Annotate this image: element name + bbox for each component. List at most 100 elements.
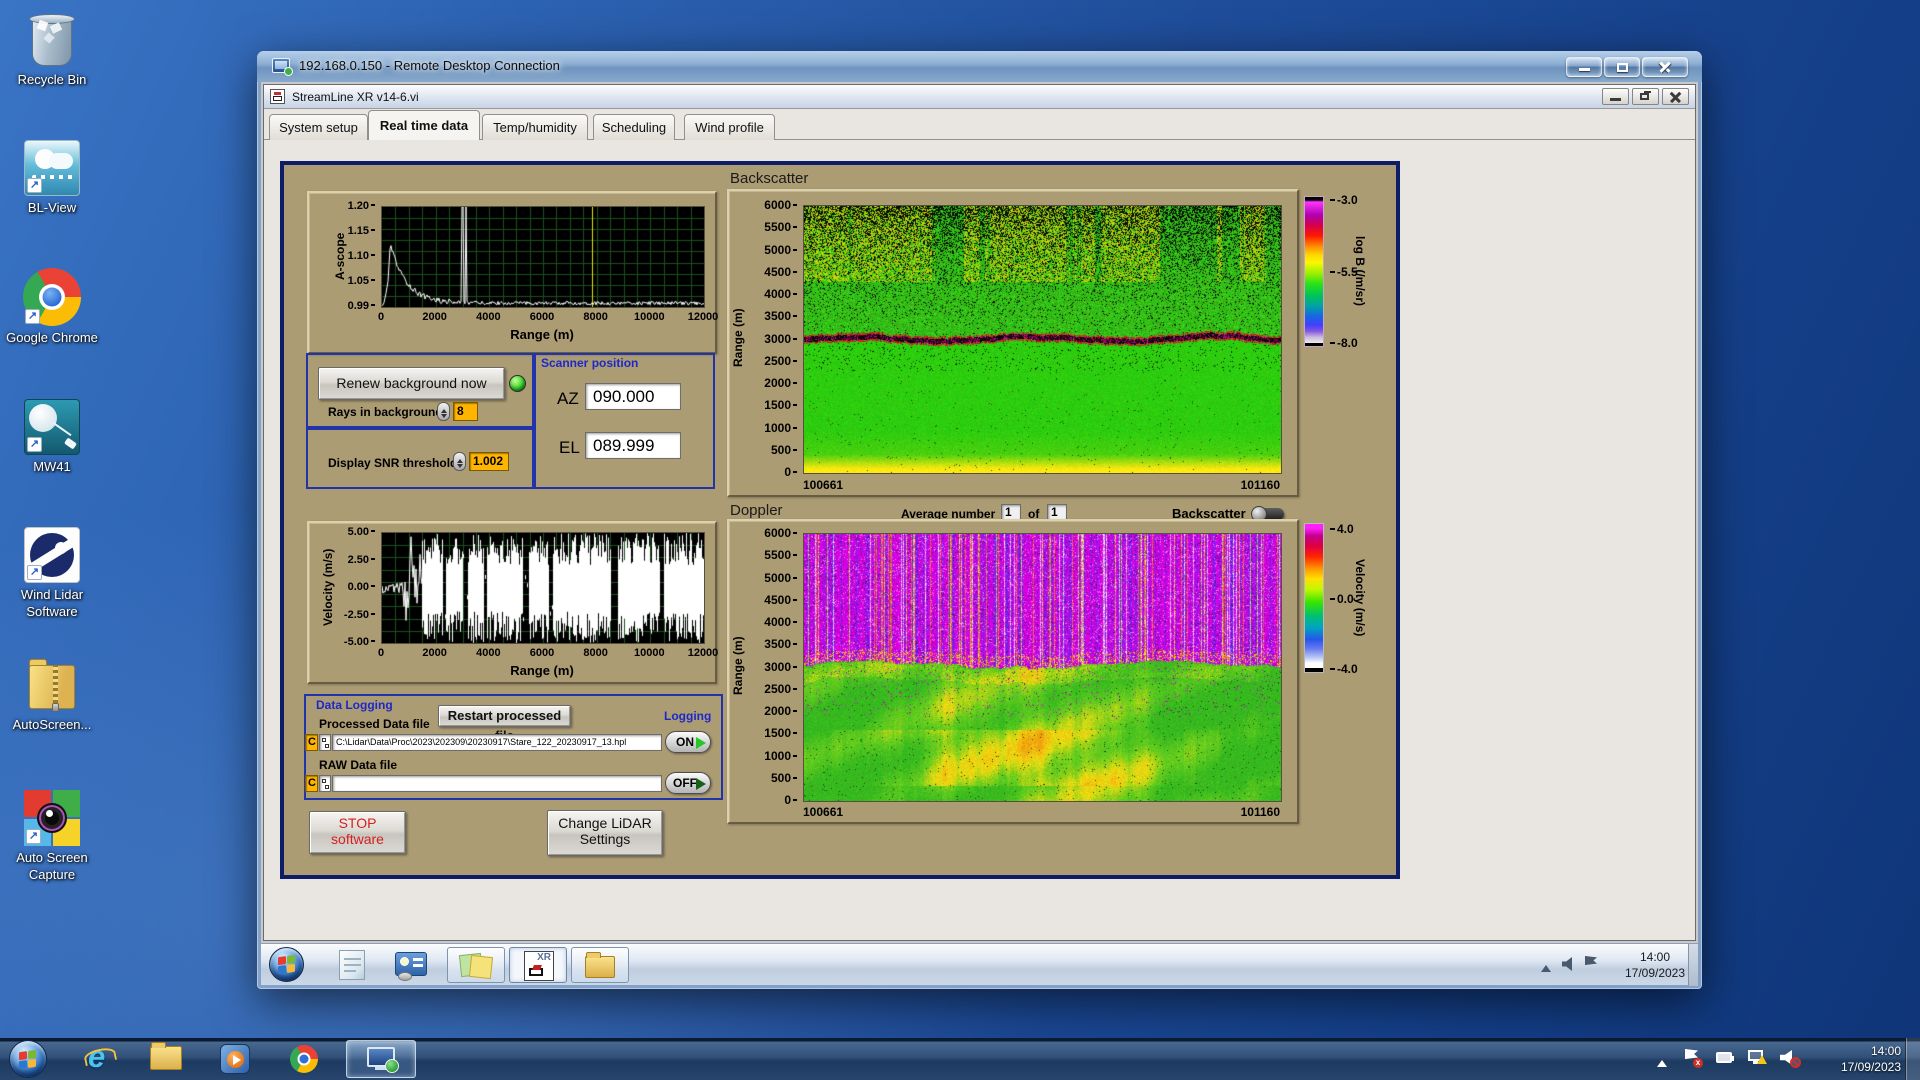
desktop-icon-mw41[interactable]: ↗ MW41 <box>0 399 104 475</box>
processed-data-file-path[interactable]: C:\Lidar\Data\Proc\2023\202309\20230917\… <box>332 734 662 751</box>
tab-scheduling[interactable]: Scheduling <box>593 114 675 140</box>
y-tick-label: 6000 <box>747 198 797 212</box>
remote-control-panel-icon[interactable] <box>395 952 427 981</box>
mw41-radiosonde-icon: ↗ <box>24 399 80 455</box>
x-tick-label: 12000 <box>687 647 719 659</box>
y-tick-label: 6000 <box>747 526 797 540</box>
y-tick-label: 2500 <box>747 354 797 368</box>
remote-show-desktop-button[interactable] <box>1688 944 1698 986</box>
logging-label: Logging <box>664 709 712 723</box>
remote-tray-expand-icon[interactable] <box>1541 960 1551 972</box>
a-scope-plot-canvas <box>381 206 705 308</box>
backscatter-title: Backscatter <box>730 170 809 187</box>
taskbar-chrome-icon[interactable] <box>290 1045 318 1073</box>
backscatter-graph: Range (m) 100661 101160 6000 5500 5000 4500… <box>727 189 1299 497</box>
tab-system-setup[interactable]: System setup <box>269 114 368 140</box>
tray-network-icon[interactable] <box>1748 1050 1767 1064</box>
taskbar-explorer-icon[interactable] <box>150 1042 182 1070</box>
y-tick-label: 5500 <box>747 548 797 562</box>
rdp-title-bar[interactable]: 192.168.0.150 - Remote Desktop Connectio… <box>257 51 1702 82</box>
taskbar: e x 14:00 17/09/2023 <box>0 1038 1920 1080</box>
x-tick-label: 6000 <box>529 647 555 659</box>
taskbar-rdp-button-active[interactable] <box>346 1040 416 1078</box>
show-desktop-button[interactable] <box>1905 1038 1920 1080</box>
spinner-down-icon <box>440 414 447 421</box>
taskbar-clock[interactable]: 14:00 17/09/2023 <box>1815 1043 1901 1075</box>
taskbar-internet-explorer-icon[interactable]: e <box>82 1039 118 1076</box>
processed-drive-letter[interactable]: C <box>305 734 318 751</box>
renew-background-button[interactable]: Renew background now <box>318 367 505 400</box>
remote-explorer-button[interactable] <box>571 947 629 983</box>
app-window: StreamLine XR v14-6.vi System setup Real… <box>263 84 1696 941</box>
remote-sticky-notes-button[interactable] <box>447 947 505 983</box>
elevation-value: 089.999 <box>585 432 681 459</box>
chrome-icon: ↗ <box>23 268 81 326</box>
remote-streamline-xr-button[interactable]: XR <box>509 947 567 983</box>
backscatter-y-axis-label: Range (m) <box>731 308 745 368</box>
remote-action-center-flag-icon[interactable] <box>1585 956 1597 965</box>
y-tick-label: 4000 <box>747 615 797 629</box>
spinner-down-icon <box>456 464 463 471</box>
desktop-icon-recycle-bin[interactable]: Recycle Bin <box>0 12 104 88</box>
x-tick-label: 2000 <box>422 647 447 659</box>
taskbar-media-player-icon[interactable] <box>220 1044 250 1074</box>
remote-start-button[interactable] <box>269 947 304 982</box>
zip-folder-icon <box>27 657 77 713</box>
tray-expand-icon[interactable] <box>1657 1055 1667 1067</box>
app-close-button[interactable] <box>1662 88 1689 105</box>
app-minimize-button[interactable] <box>1602 88 1629 105</box>
spinner-up-icon <box>440 406 447 413</box>
tab-wind-profile[interactable]: Wind profile <box>684 114 775 140</box>
rdp-minimize-button[interactable] <box>1566 57 1602 77</box>
y-tick-label: 1.15 <box>329 225 375 237</box>
streamline-xr-vi-icon: XR <box>524 951 554 981</box>
remote-notepad-icon[interactable] <box>339 950 365 980</box>
restart-processed-file-button[interactable]: Restart processed file <box>438 705 571 743</box>
rdp-maximize-button[interactable] <box>1604 57 1640 77</box>
tab-real-time-data[interactable]: Real time data <box>368 110 480 140</box>
raw-data-file-path[interactable] <box>332 775 662 792</box>
desktop-icon-auto-screen-capture[interactable]: ↗ Auto Screen Capture <box>0 790 104 883</box>
x-tick-label: 2000 <box>422 311 447 323</box>
rdp-close-button[interactable] <box>1642 57 1688 77</box>
raw-drive-letter[interactable]: C <box>305 775 318 792</box>
tab-temp-humidity[interactable]: Temp/humidity <box>482 114 588 140</box>
labview-vi-icon <box>270 89 285 104</box>
snr-value-field[interactable]: 1.002 <box>469 452 509 471</box>
doppler-x-start: 100661 <box>803 805 844 819</box>
app-restore-button[interactable] <box>1632 88 1659 105</box>
start-button[interactable] <box>9 1040 47 1078</box>
desktop-icon-autoscreen-zip[interactable]: AutoScreen... <box>0 657 104 733</box>
desktop-icon-wind-lidar-software[interactable]: ↗ Wind Lidar Software <box>0 527 104 620</box>
y-tick-label: 3000 <box>747 660 797 674</box>
desktop-icon-google-chrome[interactable]: ↗ Google Chrome <box>0 268 104 346</box>
network-warning-icon <box>1757 1050 1767 1064</box>
azimuth-value: 090.000 <box>585 383 681 410</box>
change-lidar-settings-button[interactable]: Change LiDAR Settings <box>547 810 663 856</box>
minimize-icon <box>1579 68 1590 71</box>
snr-spinner[interactable] <box>453 452 466 471</box>
desktop-icon-label: MW41 <box>33 459 71 474</box>
desktop-icon-bl-view[interactable]: ↗ BL-View <box>0 140 104 216</box>
rays-value-field[interactable]: 8 <box>453 402 478 421</box>
a-scope-graph: A-scope Range (m) 1.20 1.15 1.10 1.05 0.99 0 2… <box>307 191 719 354</box>
y-tick-label: 500 <box>747 443 797 457</box>
x-tick-label: 12000 <box>687 311 719 323</box>
app-title-bar[interactable]: StreamLine XR v14-6.vi <box>264 85 1695 109</box>
rays-spinner[interactable] <box>437 402 450 421</box>
shortcut-arrow-icon: ↗ <box>27 437 42 452</box>
processed-logging-on-button[interactable]: ON <box>665 731 711 753</box>
shortcut-arrow-icon: ↗ <box>27 178 42 193</box>
doppler-title: Doppler <box>730 502 783 519</box>
remote-speaker-icon[interactable] <box>1562 957 1572 971</box>
y-tick-label: 1000 <box>747 421 797 435</box>
doppler-heatmap-canvas <box>803 533 1282 802</box>
raw-logging-off-button[interactable]: OFF <box>665 772 711 794</box>
folder-icon <box>585 952 615 978</box>
tray-battery-icon[interactable] <box>1716 1052 1734 1063</box>
backscatter-colorbar-label: log B (/m/sr) <box>1353 235 1367 306</box>
y-tick-label: 1.05 <box>329 275 375 287</box>
stop-software-button[interactable]: STOP software <box>309 811 406 854</box>
doppler-colorbar <box>1304 523 1324 673</box>
x-tick-label: 10000 <box>634 647 665 659</box>
